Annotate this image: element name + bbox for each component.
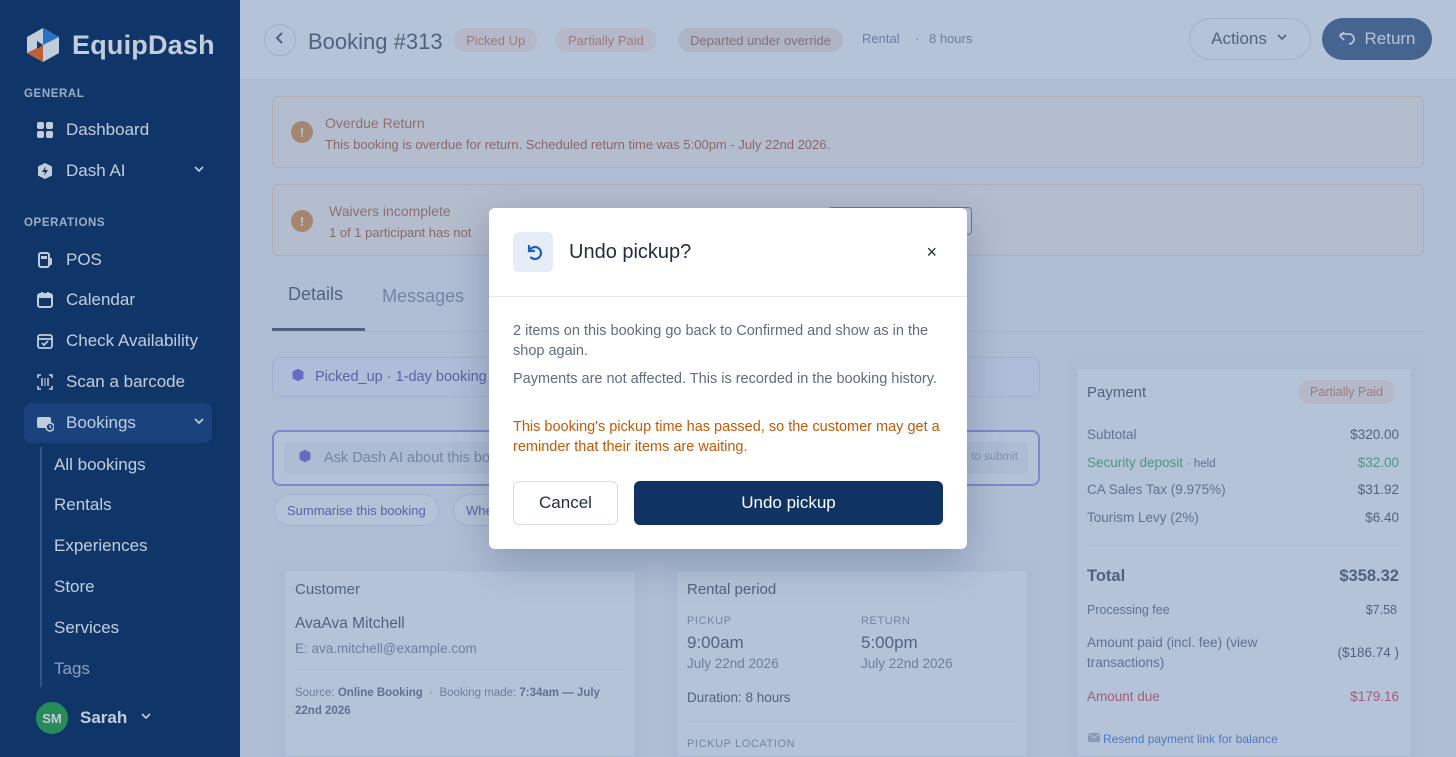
dialog-warning: This booking's pickup time has passed, s… bbox=[513, 419, 940, 455]
dialog-divider bbox=[489, 296, 967, 297]
dialog-paragraph: 2 items on this booking go back to Confi… bbox=[513, 323, 929, 359]
undo-icon bbox=[513, 232, 553, 272]
dialog-title: Undo pickup? bbox=[569, 241, 692, 263]
close-icon[interactable]: × bbox=[926, 242, 937, 263]
dialog-paragraph: Payments are not affected. This is recor… bbox=[513, 371, 937, 387]
cancel-button[interactable]: Cancel bbox=[513, 481, 618, 525]
undo-pickup-dialog: Undo pickup? × 2 items on this booking g… bbox=[489, 208, 967, 549]
undo-pickup-button[interactable]: Undo pickup bbox=[634, 481, 943, 525]
